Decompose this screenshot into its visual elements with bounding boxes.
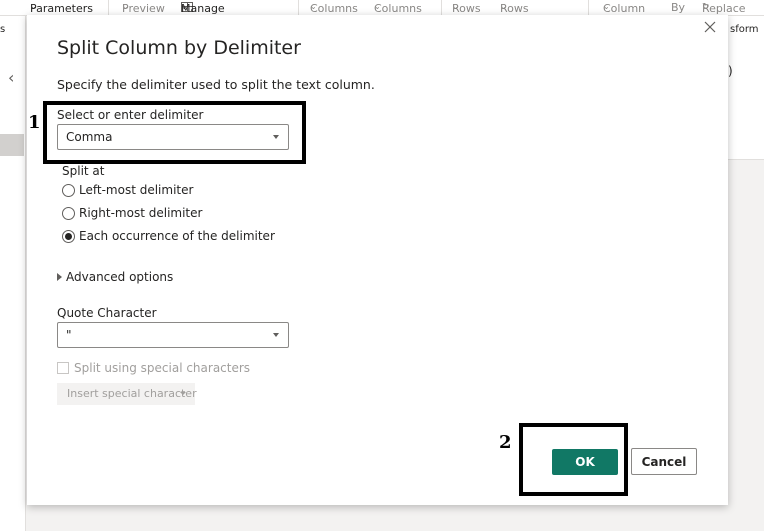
ribbon-separator [108, 0, 109, 16]
advanced-options-toggle[interactable]: Advanced options [57, 270, 173, 284]
split-at-label: Split at [62, 164, 105, 178]
ribbon-columns-2-label: Columns [374, 2, 422, 15]
caret-down-icon [273, 135, 279, 139]
radio-left-most-label: Left-most delimiter [79, 183, 194, 197]
radio-right-most-label: Right-most delimiter [79, 206, 203, 220]
delimiter-select-value: Comma [66, 130, 113, 144]
chevron-down-icon: ⌄ [374, 2, 381, 11]
special-characters-label: Split using special characters [74, 361, 251, 375]
triangle-right-icon [57, 272, 62, 281]
quote-character-select[interactable]: " [57, 322, 289, 348]
quote-character-label: Quote Character [57, 306, 157, 320]
chevron-down-icon: ⌄ [500, 2, 507, 11]
annotation-number-1: 1 [28, 112, 41, 133]
radio-button-checked[interactable] [62, 230, 75, 243]
chevron-down-icon: ⌄ [310, 2, 317, 11]
ribbon-separator [298, 0, 299, 16]
chevron-down-icon: ⌄ [181, 2, 188, 11]
delimiter-label: Select or enter delimiter [57, 108, 204, 122]
ribbon-toolbar: Parameters ⌄ Preview ⌄ Manage ⌄ Columns … [0, 0, 764, 16]
ribbon-replace-label: Replace [702, 2, 746, 15]
close-button[interactable] [702, 19, 718, 35]
caret-down-icon [180, 392, 186, 395]
insert-special-character-label: Insert special character [67, 387, 197, 400]
quote-character-value: " [66, 328, 72, 342]
settings-edge-text: ) [728, 64, 733, 78]
query-settings-pane: sform ) [728, 16, 764, 160]
ribbon-separator [588, 0, 589, 16]
ok-button[interactable]: OK [552, 449, 618, 475]
transform-edge-text: sform [730, 24, 759, 35]
ribbon-by[interactable]: By [671, 1, 685, 14]
selected-query[interactable] [0, 134, 24, 156]
radio-each-occurrence-label: Each occurrence of the delimiter [79, 229, 275, 243]
split-column-dialog: Split Column by Delimiter Specify the de… [27, 15, 728, 505]
delimiter-select[interactable]: Comma [57, 124, 289, 150]
chevron-left-icon[interactable]: ‹ [8, 68, 14, 87]
close-icon [704, 21, 716, 33]
advanced-options-label: Advanced options [66, 270, 174, 284]
dialog-title: Split Column by Delimiter [57, 37, 301, 59]
radio-button[interactable] [62, 184, 75, 197]
ribbon-parameters-label: Parameters [30, 2, 93, 15]
radio-button[interactable] [62, 207, 75, 220]
chevron-down-icon: ⌄ [603, 2, 610, 11]
checkbox[interactable] [57, 362, 69, 374]
caret-down-icon [273, 333, 279, 337]
ribbon-columns-1-label: Columns [310, 2, 358, 15]
chevron-down-icon: ⌄ [452, 2, 459, 11]
insert-special-character-button[interactable]: Insert special character [57, 383, 197, 405]
chevron-down-icon: ⌄ [30, 2, 37, 11]
annotation-number-2: 2 [499, 432, 512, 453]
cancel-button[interactable]: Cancel [631, 448, 697, 475]
queries-pane-edge-text: s [0, 24, 6, 35]
chevron-down-icon: ⌄ [122, 2, 129, 11]
ribbon-separator [441, 0, 442, 16]
queries-pane: s ‹ [0, 16, 26, 531]
dialog-subtitle: Specify the delimiter used to split the … [57, 77, 375, 92]
